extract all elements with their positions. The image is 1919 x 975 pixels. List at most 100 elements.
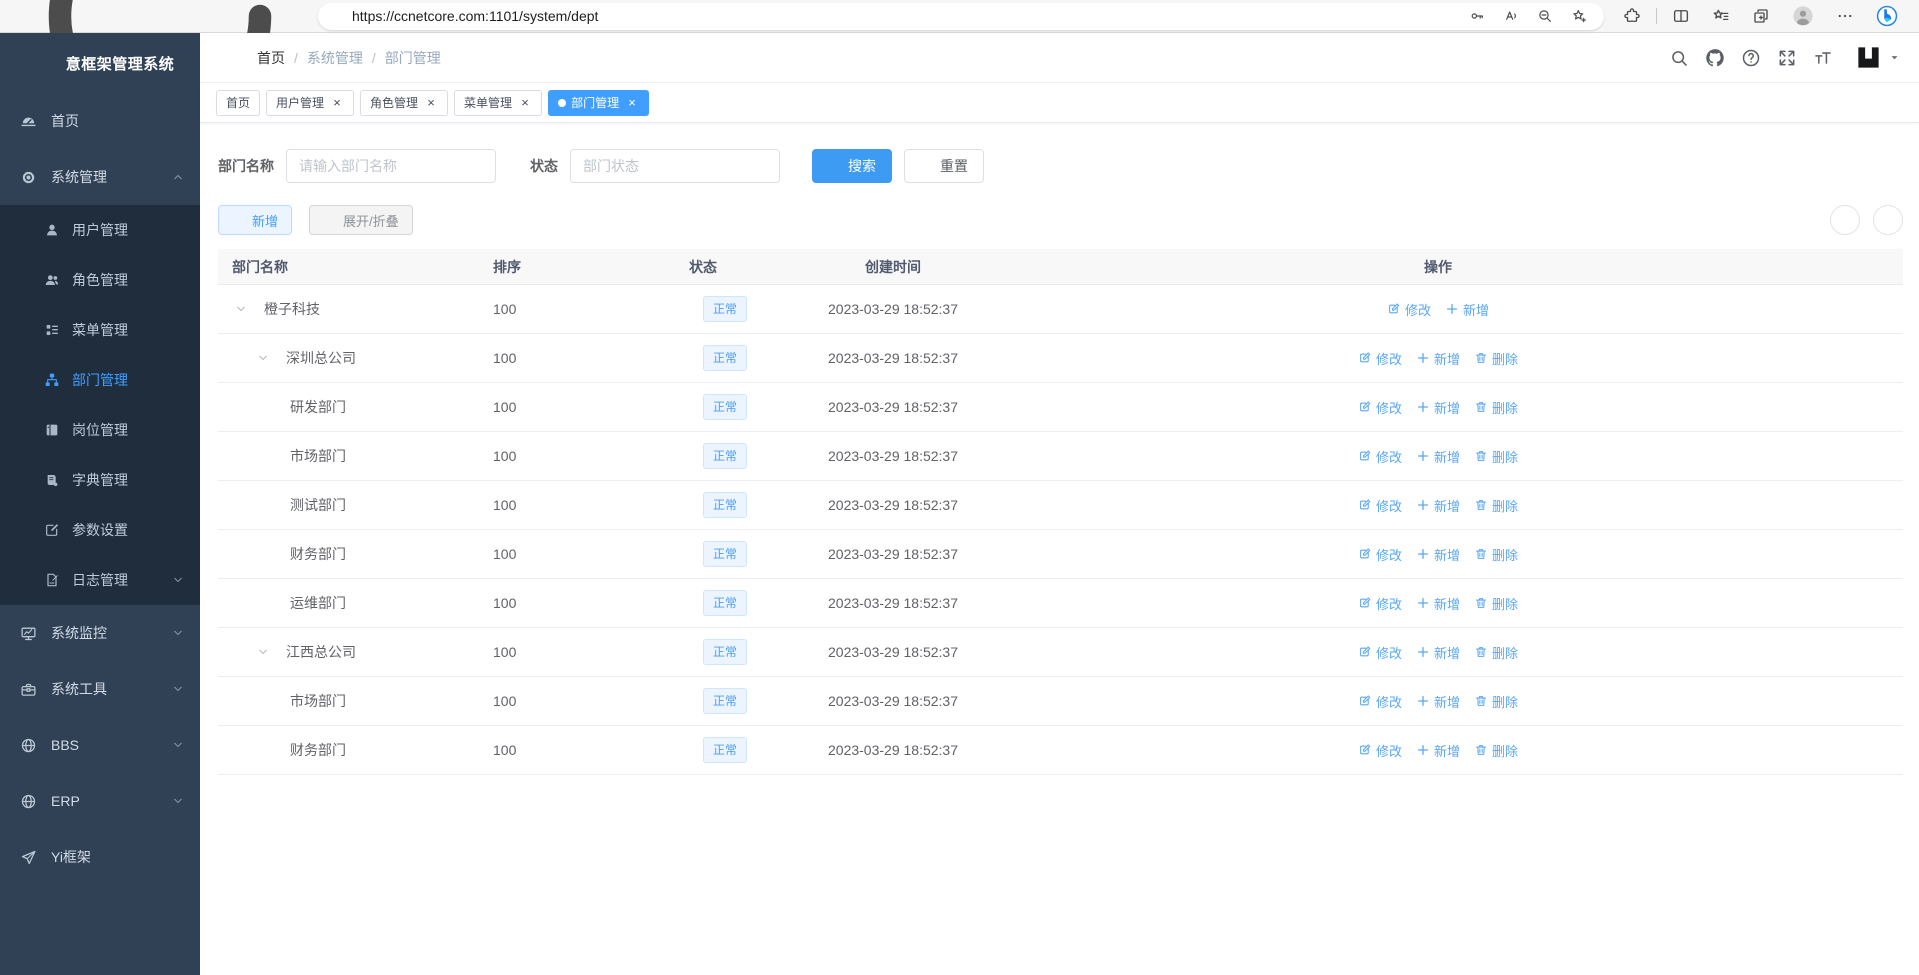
search-button[interactable]: 搜索	[812, 149, 892, 183]
sidebar-subitem-角色管理[interactable]: 角色管理	[0, 255, 200, 305]
sidebar-subitem-部门管理[interactable]: 部门管理	[0, 355, 200, 405]
action-add-link[interactable]: 新增	[1416, 643, 1460, 662]
status-cell: 正常	[673, 345, 813, 371]
tab-首页[interactable]: 首页	[216, 90, 260, 116]
sidebar-item-系统管理[interactable]: 系统管理	[0, 149, 200, 205]
action-delete-link[interactable]: 删除	[1474, 545, 1518, 564]
action-add-link[interactable]: 新增	[1416, 398, 1460, 417]
add-button[interactable]: 新增	[218, 205, 292, 235]
action-delete-link[interactable]: 删除	[1474, 496, 1518, 515]
sidebar-item-首页[interactable]: 首页	[0, 93, 200, 149]
action-edit-link[interactable]: 修改	[1358, 692, 1402, 711]
sidebar-item-Yi框架[interactable]: Yi框架	[0, 829, 200, 885]
app-logo[interactable]: 意框架管理系统	[0, 33, 200, 93]
action-delete-link[interactable]: 删除	[1474, 447, 1518, 466]
sidebar-item-系统工具[interactable]: 系统工具	[0, 661, 200, 717]
sidebar-subitem-岗位管理[interactable]: 岗位管理	[0, 405, 200, 455]
search-icon[interactable]	[1669, 48, 1689, 68]
sidebar-subitem-字典管理[interactable]: 字典管理	[0, 455, 200, 505]
show-search-button[interactable]	[1830, 205, 1860, 235]
action-delete-link[interactable]: 删除	[1474, 594, 1518, 613]
dept-name-text: 市场部门	[290, 691, 346, 711]
action-delete-link[interactable]: 删除	[1474, 692, 1518, 711]
sidebar-toggle-icon[interactable]	[218, 47, 239, 68]
caret-down-icon[interactable]	[1888, 51, 1901, 64]
breadcrumb-item[interactable]: 首页	[257, 48, 285, 68]
lock-icon[interactable]	[330, 10, 343, 23]
delete-action-icon	[1474, 449, 1488, 463]
sidebar-subitem-菜单管理[interactable]: 菜单管理	[0, 305, 200, 355]
sidebar-subitem-用户管理[interactable]: 用户管理	[0, 205, 200, 255]
fullscreen-icon[interactable]	[1777, 48, 1797, 68]
sidebar-item-BBS[interactable]: BBS	[0, 717, 200, 773]
collections-icon[interactable]	[1752, 7, 1770, 25]
dept-name-text: 橙子科技	[264, 299, 320, 319]
action-add-link[interactable]: 新增	[1416, 741, 1460, 760]
reset-button[interactable]: 重置	[904, 149, 984, 183]
action-edit-link[interactable]: 修改	[1358, 594, 1402, 613]
chevron-down-icon[interactable]	[254, 352, 272, 364]
action-add-link[interactable]: 新增	[1416, 496, 1460, 515]
action-edit-link[interactable]: 修改	[1387, 300, 1431, 319]
tab-close-icon[interactable]: ×	[330, 96, 344, 109]
created-time-value: 2023-03-29 18:52:37	[828, 644, 958, 660]
address-bar[interactable]	[318, 3, 1604, 30]
action-edit-link[interactable]: 修改	[1358, 643, 1402, 662]
split-screen-icon[interactable]	[1672, 7, 1690, 25]
chevron-down-icon[interactable]	[232, 303, 250, 315]
action-edit-link[interactable]: 修改	[1358, 349, 1402, 368]
action-add-label: 新增	[1434, 447, 1460, 466]
action-delete-label: 删除	[1492, 496, 1518, 515]
breadcrumb-item[interactable]: 系统管理	[307, 48, 363, 68]
action-edit-link[interactable]: 修改	[1358, 741, 1402, 760]
sort-cell: 100	[473, 448, 673, 464]
status-select[interactable]	[570, 149, 780, 183]
github-icon[interactable]	[1705, 48, 1725, 68]
tab-角色管理[interactable]: 角色管理×	[360, 90, 448, 116]
action-add-link[interactable]: 新增	[1416, 349, 1460, 368]
yi-logo-icon[interactable]	[1855, 44, 1882, 71]
key-icon[interactable]	[1469, 8, 1485, 24]
action-add-link[interactable]: 新增	[1416, 692, 1460, 711]
column-header-操作: 操作	[973, 257, 1903, 277]
action-delete-link[interactable]: 删除	[1474, 398, 1518, 417]
action-delete-link[interactable]: 删除	[1474, 741, 1518, 760]
font-size-icon[interactable]	[1813, 48, 1833, 68]
action-edit-link[interactable]: 修改	[1358, 398, 1402, 417]
tab-close-icon[interactable]: ×	[625, 96, 639, 109]
more-icon[interactable]	[1836, 7, 1854, 25]
extensions-icon[interactable]	[1623, 7, 1641, 25]
zoom-out-icon[interactable]	[1537, 8, 1553, 24]
read-aloud-icon[interactable]	[1503, 8, 1519, 24]
action-edit-link[interactable]: 修改	[1358, 447, 1402, 466]
bing-chat-icon[interactable]	[1876, 5, 1898, 27]
action-add-link[interactable]: 新增	[1416, 447, 1460, 466]
action-delete-link[interactable]: 删除	[1474, 349, 1518, 368]
tab-菜单管理[interactable]: 菜单管理×	[454, 90, 542, 116]
help-icon[interactable]	[1741, 48, 1761, 68]
tab-close-icon[interactable]: ×	[518, 96, 532, 109]
action-add-link[interactable]: 新增	[1416, 594, 1460, 613]
action-add-link[interactable]: 新增	[1416, 545, 1460, 564]
dept-name-input[interactable]	[286, 149, 496, 183]
tab-close-icon[interactable]: ×	[424, 96, 438, 109]
profile-avatar[interactable]	[1792, 5, 1814, 27]
favorite-add-icon[interactable]	[1571, 8, 1587, 24]
action-edit-link[interactable]: 修改	[1358, 545, 1402, 564]
sidebar-subitem-日志管理[interactable]: 日志管理	[0, 555, 200, 605]
url-input[interactable]	[352, 8, 1460, 24]
top-navbar: 首页/系统管理/部门管理	[200, 33, 1919, 83]
refresh-table-button[interactable]	[1873, 205, 1903, 235]
sidebar-subitem-参数设置[interactable]: 参数设置	[0, 505, 200, 555]
action-add-link[interactable]: 新增	[1445, 300, 1489, 319]
tab-部门管理[interactable]: 部门管理×	[548, 90, 649, 116]
action-edit-link[interactable]: 修改	[1358, 496, 1402, 515]
action-delete-link[interactable]: 删除	[1474, 643, 1518, 662]
dept-name-cell: 市场部门	[218, 691, 473, 711]
tab-用户管理[interactable]: 用户管理×	[266, 90, 354, 116]
sidebar-item-ERP[interactable]: ERP	[0, 773, 200, 829]
sidebar-item-系统监控[interactable]: 系统监控	[0, 605, 200, 661]
favorites-icon[interactable]	[1712, 7, 1730, 25]
expand-collapse-button[interactable]: 展开/折叠	[309, 205, 413, 235]
chevron-down-icon[interactable]	[254, 646, 272, 658]
